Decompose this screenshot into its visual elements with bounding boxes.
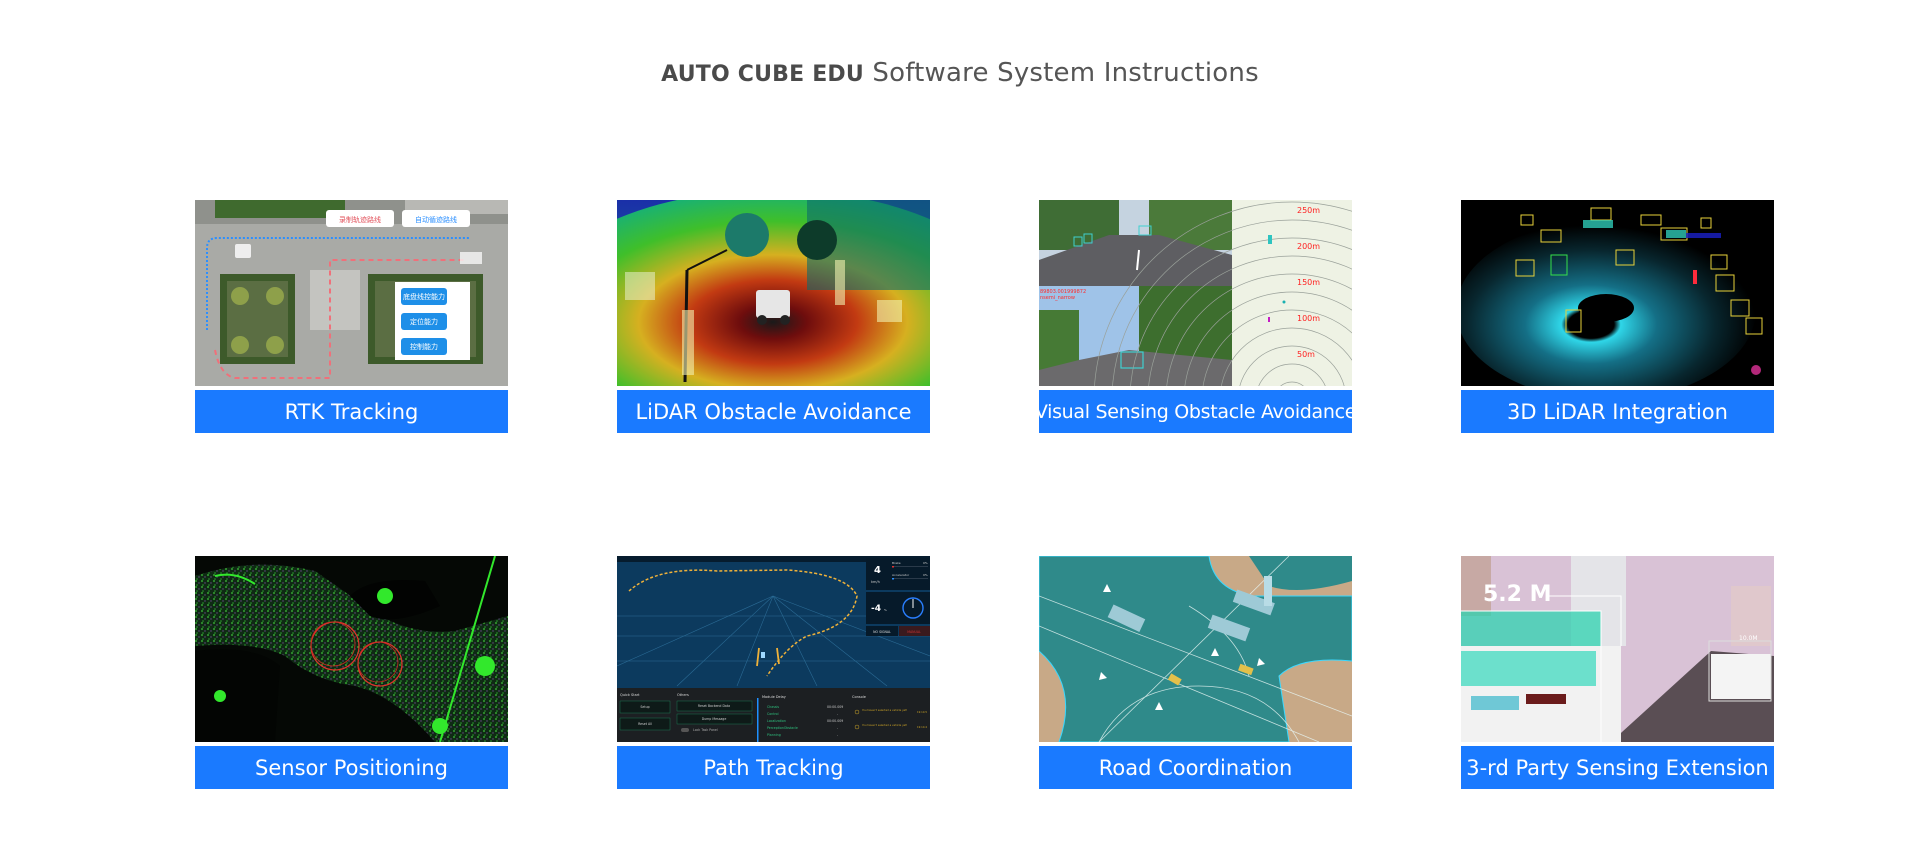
svg-text:19:14:4: 19:14:4 <box>917 725 927 729</box>
svg-text:km/h: km/h <box>871 580 880 584</box>
svg-text:定位能力: 定位能力 <box>410 317 438 326</box>
svg-text:Control: Control <box>767 712 779 716</box>
feature-card-lidar-obstacle-avoidance[interactable]: LiDAR Obstacle Avoidance <box>617 200 930 433</box>
legend-recorded-path: 录制轨迹路线 <box>326 210 394 227</box>
card-label[interactable]: Road Coordination <box>1039 746 1352 789</box>
svg-text:NO SIGNAL: NO SIGNAL <box>873 630 891 634</box>
svg-text:MANUAL: MANUAL <box>907 630 921 634</box>
svg-text:PerceptionObstacle: PerceptionObstacle <box>767 726 798 730</box>
third-party-sensing-image: 5.2 M 10.0M <box>1461 556 1774 742</box>
svg-text:150m: 150m <box>1297 278 1320 287</box>
svg-text:50m: 50m <box>1297 350 1315 359</box>
path-tracking-image: 4 km/h Brake 0% Accelerator 0% -4 % NO S… <box>617 556 930 742</box>
feature-card-road-coordination[interactable]: Road Coordination <box>1039 556 1352 789</box>
svg-text:19:14:5: 19:14:5 <box>917 710 927 714</box>
rtk-tracking-image: 录制轨迹路线 自动循迹路线 底盘线控能力 定位能力 控制能力 <box>195 200 508 386</box>
svg-text:自动循迹路线: 自动循迹路线 <box>415 215 457 224</box>
svg-text:100m: 100m <box>1297 314 1320 323</box>
feature-card-sensor-positioning[interactable]: Sensor Positioning <box>195 556 508 789</box>
card-label[interactable]: LiDAR Obstacle Avoidance <box>617 390 930 433</box>
svg-text:底盘线控能力: 底盘线控能力 <box>403 292 445 301</box>
3d-lidar-image <box>1461 200 1774 386</box>
svg-text:You haven't selected a vehicle: You haven't selected a vehicle yet! <box>862 723 907 727</box>
title-brand: AUTO CUBE EDU <box>661 62 864 87</box>
svg-text:控制能力: 控制能力 <box>410 342 438 351</box>
sensor-positioning-image <box>195 556 508 742</box>
svg-text:Planning: Planning <box>767 733 781 737</box>
card-label[interactable]: Path Tracking <box>617 746 930 789</box>
svg-text:Reset All: Reset All <box>638 722 652 726</box>
title-text: Software System Instructions <box>863 58 1259 88</box>
svg-text:5.2 M: 5.2 M <box>1483 582 1552 607</box>
feature-card-rtk-tracking[interactable]: 录制轨迹路线 自动循迹路线 底盘线控能力 定位能力 控制能力 RTK Track… <box>195 200 508 433</box>
svg-text:-: - <box>837 733 838 737</box>
svg-text:10.0M: 10.0M <box>1739 635 1758 642</box>
svg-text:Others: Others <box>677 693 689 697</box>
feature-card-third-party-sensing[interactable]: 5.2 M 10.0M 3-rd Party Sensing Extension <box>1461 556 1774 789</box>
svg-text:4: 4 <box>874 565 881 576</box>
svg-text:Module Delay: Module Delay <box>762 695 786 699</box>
svg-text:0%: 0% <box>923 573 928 577</box>
svg-text:Dump Message: Dump Message <box>702 717 727 721</box>
svg-text:-: - <box>837 712 838 716</box>
feature-card-3d-lidar-integration[interactable]: 3D LiDAR Integration <box>1461 200 1774 433</box>
svg-text:200m: 200m <box>1297 242 1320 251</box>
card-label[interactable]: 3-rd Party Sensing Extension <box>1461 746 1774 789</box>
svg-text:Brake: Brake <box>892 561 901 565</box>
svg-text:0%: 0% <box>923 561 928 565</box>
svg-text:Localization: Localization <box>767 719 786 723</box>
svg-text:Reset Backend Data: Reset Backend Data <box>698 704 730 708</box>
lidar-obstacle-image <box>617 200 930 386</box>
svg-text:250m: 250m <box>1297 206 1320 215</box>
card-label[interactable]: 3D LiDAR Integration <box>1461 390 1774 433</box>
svg-text:Quick Start: Quick Start <box>620 693 640 697</box>
card-label[interactable]: Sensor Positioning <box>195 746 508 789</box>
feature-card-path-tracking[interactable]: 4 km/h Brake 0% Accelerator 0% -4 % NO S… <box>617 556 930 789</box>
svg-text:You haven't selected a vehicle: You haven't selected a vehicle yet! <box>862 708 907 712</box>
svg-text:Accelerator: Accelerator <box>892 573 910 577</box>
svg-text:-4: -4 <box>871 604 881 614</box>
svg-text:Setup: Setup <box>640 705 649 709</box>
visual-sensing-image: 89803.001999872 nsemi_narrow 250m 200m 1… <box>1039 200 1352 386</box>
legend-auto-path: 自动循迹路线 <box>402 210 470 227</box>
feature-card-visual-sensing[interactable]: 89803.001999872 nsemi_narrow 250m 200m 1… <box>1039 200 1352 433</box>
svg-text:-: - <box>837 726 838 730</box>
svg-text:%: % <box>884 608 887 612</box>
svg-text:录制轨迹路线: 录制轨迹路线 <box>339 215 381 224</box>
page-title: AUTO CUBE EDU Software System Instructio… <box>0 58 1920 88</box>
svg-text:00:00.009: 00:00.009 <box>827 719 843 723</box>
card-label[interactable]: Visual Sensing Obstacle Avoidance <box>1039 390 1352 433</box>
road-coordination-image <box>1039 556 1352 742</box>
svg-text:Console: Console <box>852 695 866 699</box>
svg-text:Chassis: Chassis <box>767 705 779 709</box>
svg-text:Lock Task Panel: Lock Task Panel <box>693 728 718 732</box>
card-label[interactable]: RTK Tracking <box>195 390 508 433</box>
svg-text:00:00.009: 00:00.009 <box>827 705 843 709</box>
svg-text:nsemi_narrow: nsemi_narrow <box>1040 295 1075 301</box>
